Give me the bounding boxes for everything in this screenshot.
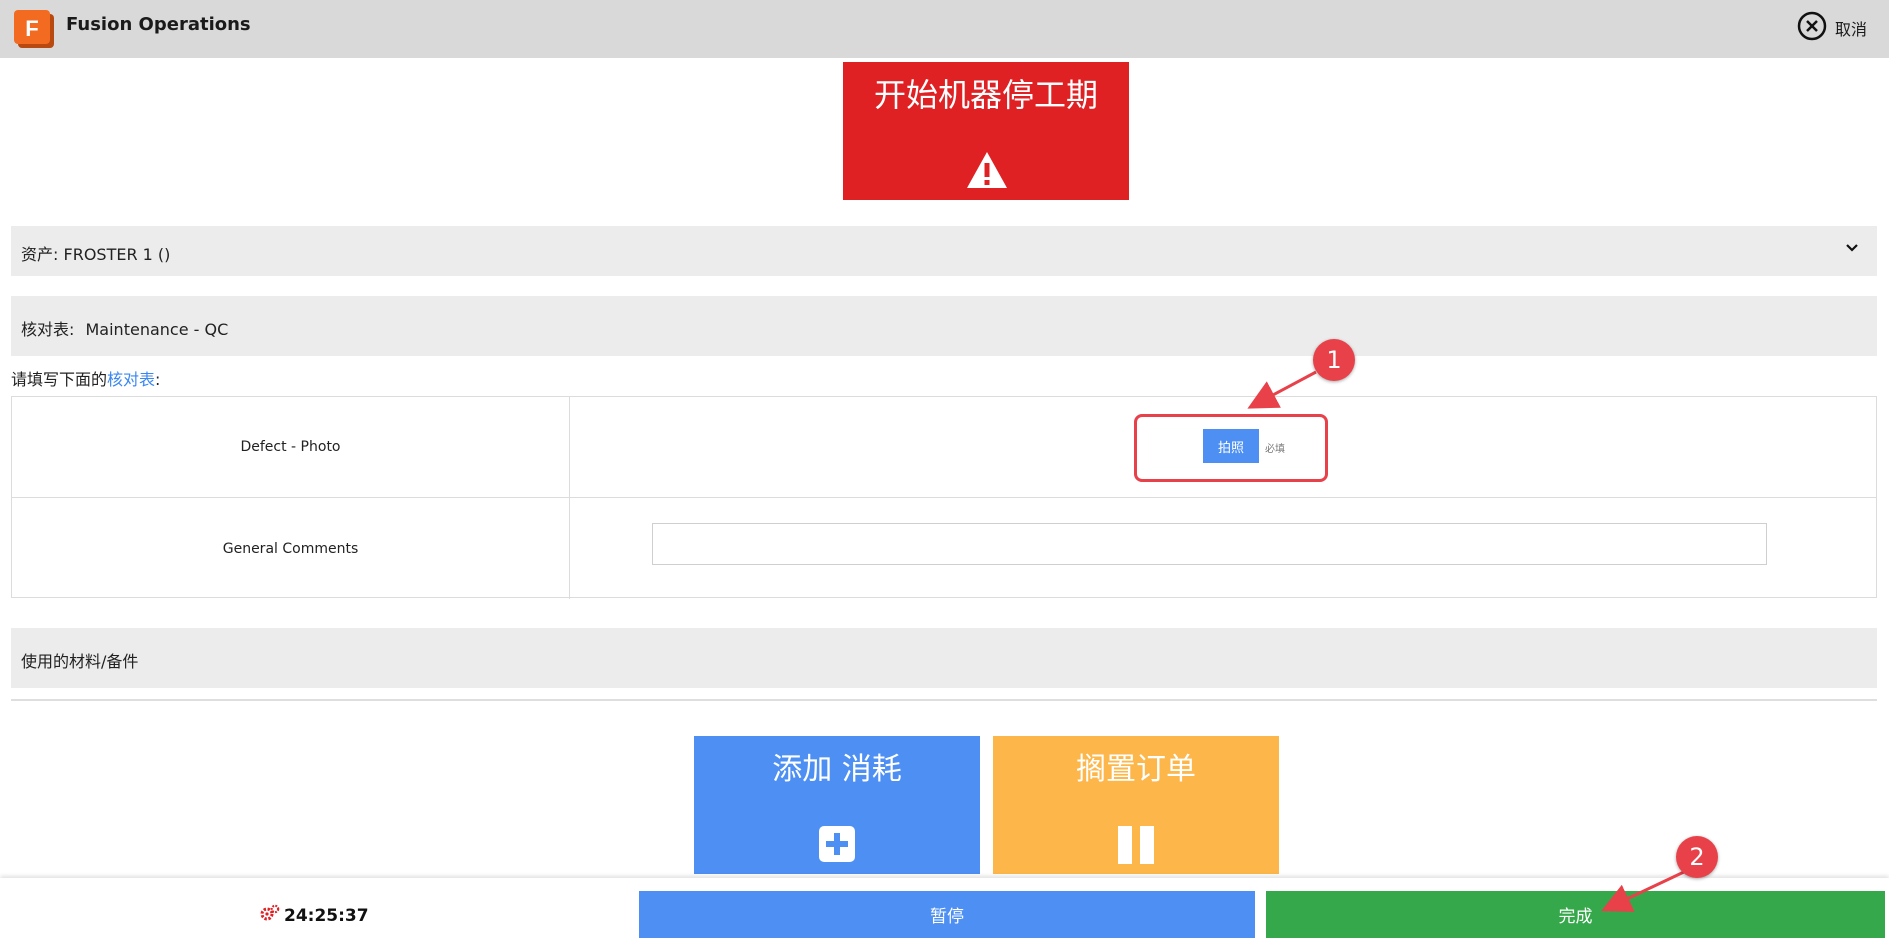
complete-button[interactable]: 完成 xyxy=(1266,891,1885,938)
app-title: Fusion Operations xyxy=(66,14,251,35)
checklist-table: Defect - Photo 拍照 必填 General Comments xyxy=(11,396,1877,599)
pause-button[interactable]: 暂停 xyxy=(639,891,1255,938)
general-comments-input[interactable] xyxy=(652,523,1767,565)
checklist-link[interactable]: 核对表 xyxy=(107,370,155,389)
materials-label: 使用的材料/备件 xyxy=(21,652,139,671)
defect-photo-label: Defect - Photo xyxy=(12,397,570,497)
add-consumption-label: 添加 消耗 xyxy=(772,752,902,787)
chevron-down-icon[interactable] xyxy=(1845,240,1859,259)
general-comments-cell xyxy=(570,498,1876,599)
pause-icon xyxy=(1118,826,1154,868)
downtime-timer: 24:25:37 xyxy=(260,904,369,927)
instruction-suffix: : xyxy=(155,370,161,389)
fusion-logo-icon: F xyxy=(12,8,56,50)
required-label: 必填 xyxy=(1265,444,1285,455)
instruction-text: 请填写下面的核对表: xyxy=(11,366,160,390)
checklist-label: 核对表: xyxy=(21,320,75,339)
annotation-marker-2: 2 xyxy=(1676,836,1718,878)
start-downtime-label: 开始机器停工期 xyxy=(873,76,1098,114)
checklist-value: Maintenance - QC xyxy=(85,320,229,339)
asset-value: FROSTER 1 () xyxy=(63,245,171,264)
annotation-marker-1: 1 xyxy=(1313,339,1355,381)
hold-order-label: 搁置订单 xyxy=(1076,752,1196,787)
gears-icon xyxy=(260,904,280,927)
hold-order-button[interactable]: 搁置订单 xyxy=(993,736,1279,874)
checklist-text: 核对表: Maintenance - QC xyxy=(21,316,228,340)
table-row: General Comments xyxy=(12,498,1876,599)
general-comments-label: General Comments xyxy=(12,498,570,599)
materials-bar: 使用的材料/备件 xyxy=(11,628,1877,688)
plus-square-icon xyxy=(819,826,855,866)
close-circle-icon xyxy=(1797,11,1827,45)
take-photo-button[interactable]: 拍照 xyxy=(1203,429,1259,463)
table-row: Defect - Photo 拍照 必填 xyxy=(12,397,1876,498)
checklist-bar: 核对表: Maintenance - QC xyxy=(11,296,1877,356)
footer-bar: 24:25:37 暂停 完成 xyxy=(0,878,1889,943)
asset-text: 资产: FROSTER 1 () xyxy=(21,241,170,265)
warning-icon xyxy=(965,150,1009,194)
app-header: F Fusion Operations 取消 xyxy=(0,0,1889,58)
timer-value: 24:25:37 xyxy=(284,905,369,926)
defect-photo-cell: 拍照 必填 xyxy=(570,397,1876,497)
add-consumption-button[interactable]: 添加 消耗 xyxy=(694,736,980,874)
divider xyxy=(11,699,1877,701)
cancel-button[interactable]: 取消 xyxy=(1797,11,1867,45)
asset-selector[interactable]: 资产: FROSTER 1 () xyxy=(11,226,1877,276)
start-downtime-button[interactable]: 开始机器停工期 xyxy=(843,62,1129,200)
instruction-prefix: 请填写下面的 xyxy=(11,370,108,389)
asset-label: 资产: xyxy=(21,245,59,264)
cancel-label: 取消 xyxy=(1834,20,1867,39)
logo-letter: F xyxy=(25,16,38,41)
